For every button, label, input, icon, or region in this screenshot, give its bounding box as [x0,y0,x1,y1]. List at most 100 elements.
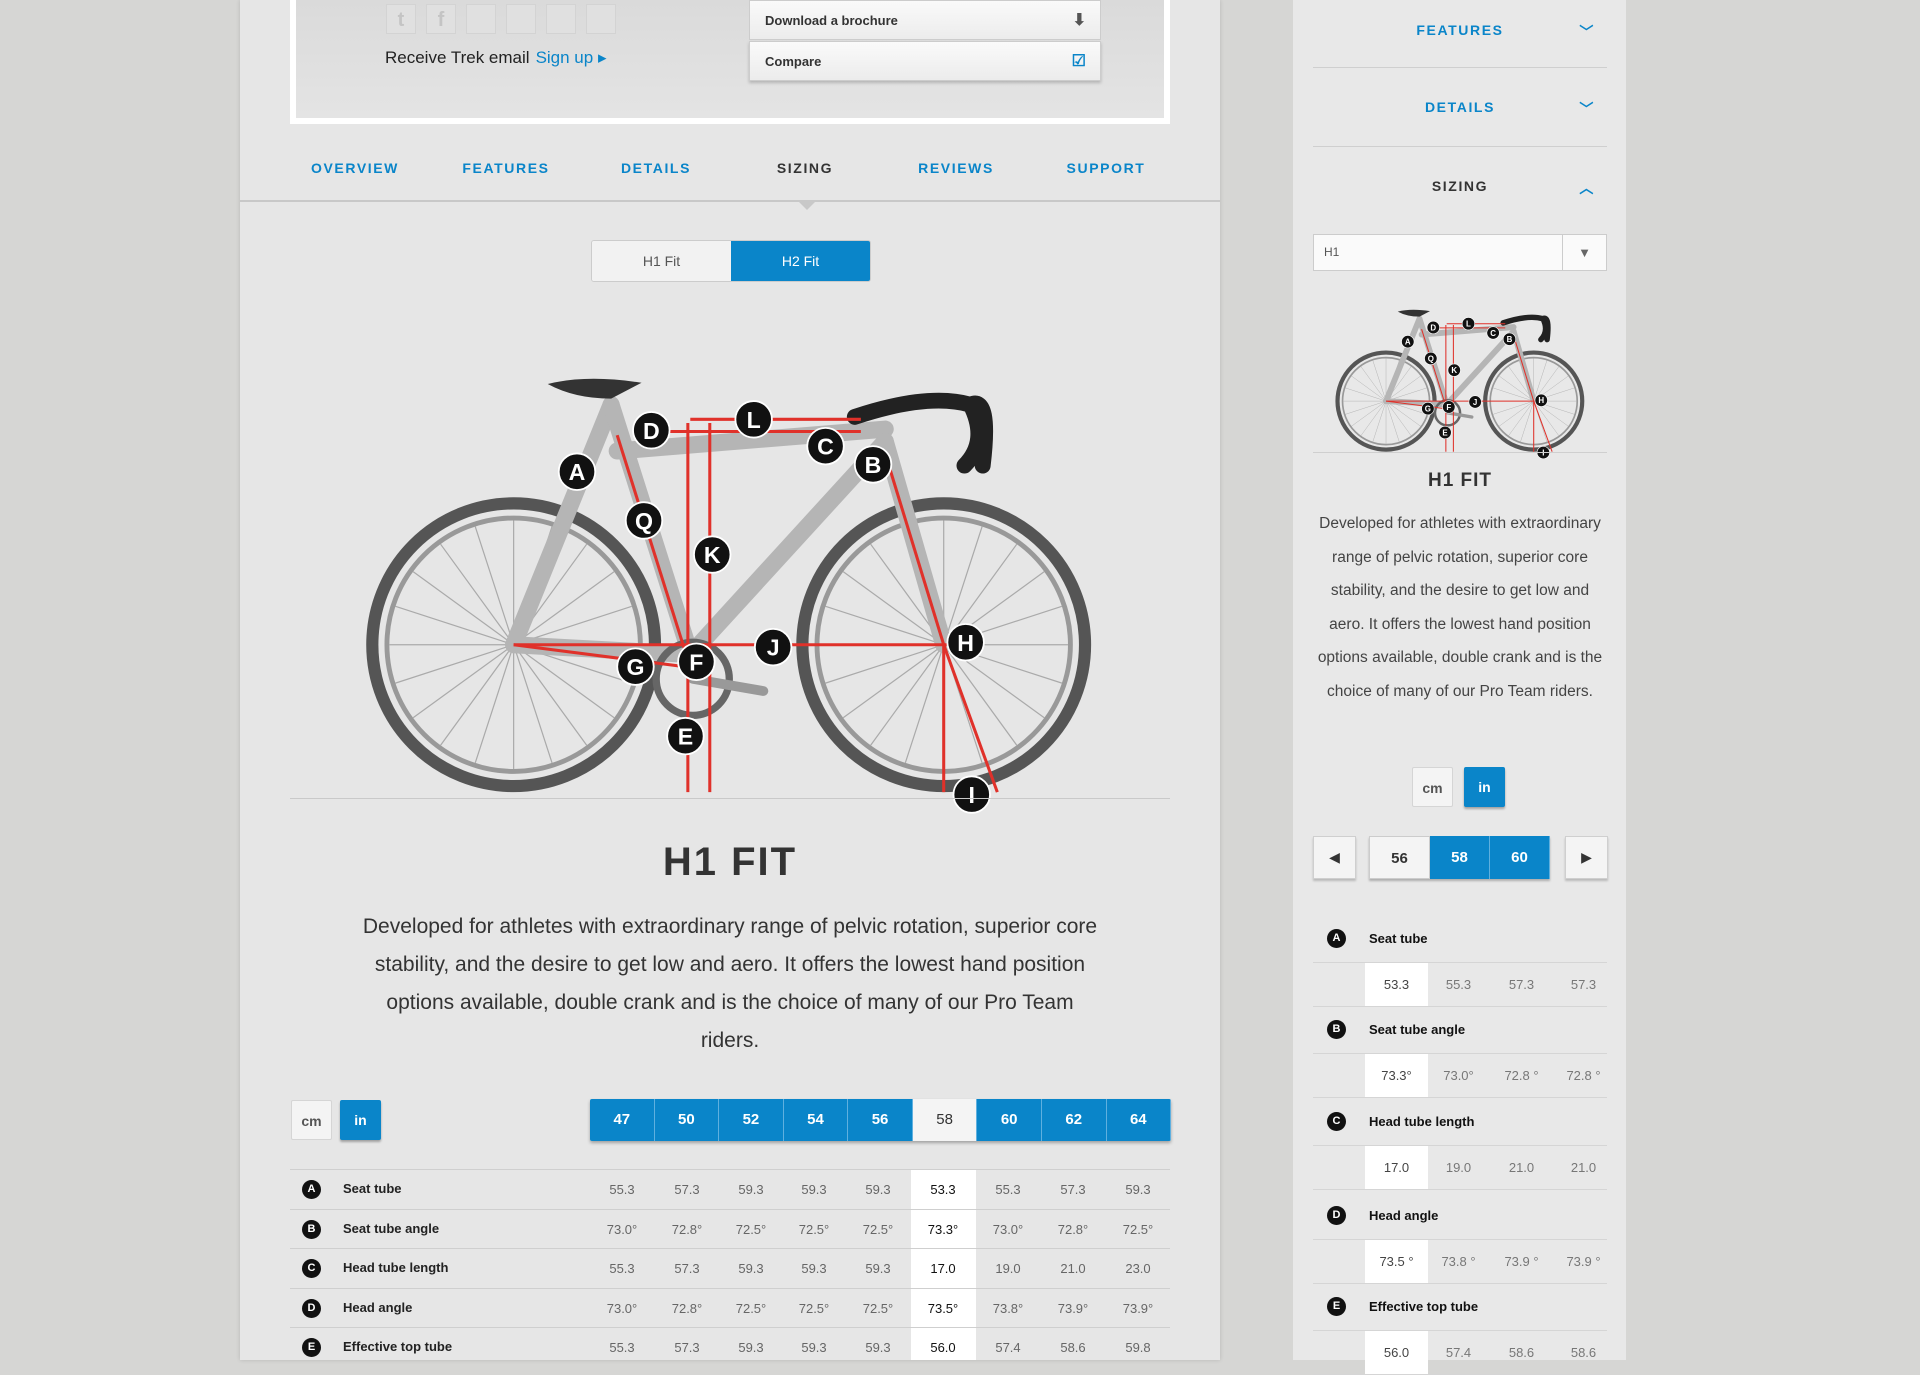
unit-in-button[interactable]: in [340,1100,381,1140]
download-brochure-button[interactable]: Download a brochure ⬇ [749,0,1101,40]
marker-label: B [865,452,882,478]
tab-overview[interactable]: OVERVIEW [311,160,399,176]
geometry-item: C Head tube length [1313,1112,1607,1132]
saddle [1397,309,1430,317]
geometry-item: E Effective top tube [1313,1297,1607,1317]
marker-badge: B [1327,1020,1346,1039]
marker-label: H [957,630,974,656]
pager-size-58[interactable]: 58 [1430,836,1490,879]
signup-link[interactable]: Sign up ▸ [536,48,607,67]
spoke [1372,360,1387,402]
size-option-58[interactable]: 58 [912,1099,978,1141]
table-cell: 73.0° [606,1221,638,1237]
marker-label: F [689,649,703,675]
spoke [1385,400,1412,436]
marker-label: C [817,434,834,460]
sidebar-size-pager: 56 58 60 [1369,836,1550,879]
marker-label: A [569,459,586,485]
share-icon[interactable] [466,4,496,34]
fit-select[interactable]: H1 ▼ [1313,234,1607,271]
pager-size-60[interactable]: 60 [1490,836,1550,879]
accordion-details[interactable]: DETAILS ﹀ [1313,99,1607,119]
size-option-56[interactable]: 56 [848,1099,913,1141]
accordion-sizing[interactable]: SIZING ︿ [1313,178,1607,198]
geometry-item: A Seat tube [1313,929,1607,949]
twitter-icon[interactable]: t [386,4,416,34]
share-icon[interactable] [506,4,536,34]
accordion-features[interactable]: FEATURES ﹀ [1313,22,1607,42]
divider [290,798,1170,799]
spoke [474,644,515,764]
compare-label: Compare [765,54,822,69]
marker-label: J [767,635,780,661]
marker-label: J [1473,398,1477,407]
sidebar-unit-in-button[interactable]: in [1464,767,1505,807]
marker-label: G [626,654,644,680]
value-cell: 17.0 [1365,1146,1428,1189]
marker-badge: B [302,1219,321,1239]
table-cell: 56.0 [930,1340,956,1355]
spoke [1360,366,1387,402]
marker-badge: E [302,1338,321,1357]
size-option-52[interactable]: 52 [719,1099,784,1141]
arrow-left-icon: ◀ [1329,849,1340,865]
tab-support[interactable]: SUPPORT [1067,160,1146,176]
marker-label: A [1405,338,1411,347]
facebook-icon[interactable]: f [426,4,456,34]
value-cell: 53.3 [1365,963,1428,1006]
prev-size-button[interactable]: ◀ [1313,836,1356,879]
value-cell: 21.0 [1508,1160,1535,1175]
tab-sizing[interactable]: SIZING [777,160,833,176]
share-icon[interactable] [586,4,616,34]
size-option-60[interactable]: 60 [977,1099,1042,1141]
bike-geometry-thumbnail: ABCDEFGHIJKLQ [1335,309,1585,459]
table-cell: 72.5° [735,1221,767,1237]
value-cell: 21.0 [1570,1160,1597,1175]
tab-details[interactable]: DETAILS [621,160,691,176]
item-values: 73.3° 73.0° 72.8 ° 72.8 ° [1313,1053,1607,1098]
table-cell: 53.3 [930,1182,956,1197]
size-option-54[interactable]: 54 [783,1099,849,1141]
value-cell: 56.0 [1365,1331,1428,1374]
marker-badge: C [1327,1112,1346,1131]
spoke [1533,400,1559,436]
compare-checkbox[interactable]: Compare ☑ [749,41,1101,81]
table-cell: 59.3 [865,1340,891,1355]
item-values: 53.3 55.3 57.3 57.3 [1313,962,1607,1007]
tab-reviews[interactable]: REVIEWS [918,160,994,176]
spoke [1351,400,1387,427]
size-option-64[interactable]: 64 [1106,1099,1171,1141]
marker-label: C [1490,329,1496,338]
value-cell: 58.6 [1508,1345,1535,1360]
spoke [1385,401,1400,442]
spoke [1493,400,1534,415]
next-size-button[interactable]: ▶ [1565,836,1608,879]
table-cell: 72.5° [862,1300,894,1316]
marker-badge: D [302,1298,321,1318]
value-cell: 73.0° [1443,1068,1474,1083]
size-option-47[interactable]: 47 [590,1099,655,1141]
sidebar-unit-cm-button[interactable]: cm [1412,767,1453,807]
table-cell: 72.8° [671,1300,703,1316]
table-cell: 59.3 [738,1340,764,1355]
size-option-50[interactable]: 50 [654,1099,720,1141]
marker-label: F [1446,403,1451,412]
marker-label: Q [1428,354,1434,363]
unit-cm-button[interactable]: cm [291,1100,332,1140]
h2-fit-option[interactable]: H2 Fit [731,241,870,281]
table-row: A Seat tube 55.3 57.3 59.3 59.3 59.3 53.3 55.3 57… [290,1169,1170,1209]
item-values: 17.0 19.0 21.0 21.0 [1313,1145,1607,1190]
table-cell: 59.3 [1125,1182,1151,1197]
pager-size-56[interactable]: 56 [1369,836,1430,879]
spoke [1345,400,1387,415]
share-icon[interactable] [546,4,576,34]
value-cell: 73.9 ° [1566,1254,1601,1269]
marker-badge: E [1327,1297,1346,1316]
h1-fit-option[interactable]: H1 Fit [592,241,731,281]
tab-features[interactable]: FEATURES [462,160,549,176]
spoke [513,644,553,764]
sidebar-fit-title: H1 FIT [1427,470,1493,491]
value-cell: 73.9 ° [1504,1254,1539,1269]
table-cell: 72.8° [1057,1221,1089,1237]
size-option-62[interactable]: 62 [1041,1099,1107,1141]
